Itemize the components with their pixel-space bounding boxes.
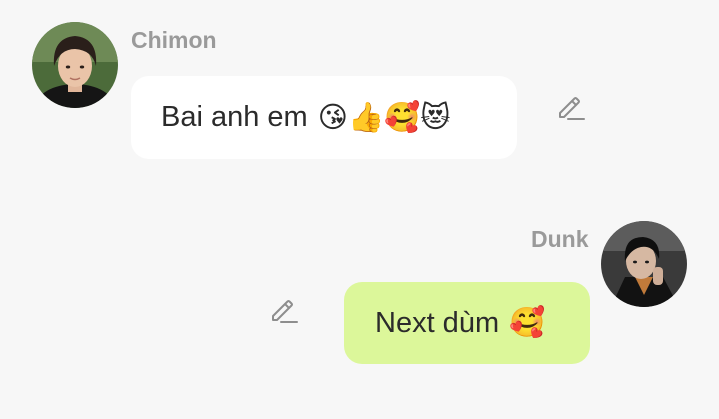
message-bubble-chimon[interactable]: Bai anh em 😘👍🥰😻: [131, 76, 517, 159]
message-text: Bai anh em: [161, 101, 308, 133]
message-bubble-dunk[interactable]: Next dùm 🥰: [344, 282, 590, 364]
avatar-dunk[interactable]: [601, 221, 687, 307]
sender-name-chimon: Chimon: [131, 27, 217, 53]
message-text: Next dùm: [375, 306, 500, 339]
edit-pencil-icon[interactable]: [555, 92, 585, 122]
message-emoji: 🥰: [509, 307, 546, 339]
edit-pencil-icon[interactable]: [268, 295, 298, 325]
avatar-chimon[interactable]: [32, 22, 118, 108]
sender-name-dunk: Dunk: [531, 226, 589, 252]
message-emoji: 😘👍🥰😻: [317, 102, 451, 134]
